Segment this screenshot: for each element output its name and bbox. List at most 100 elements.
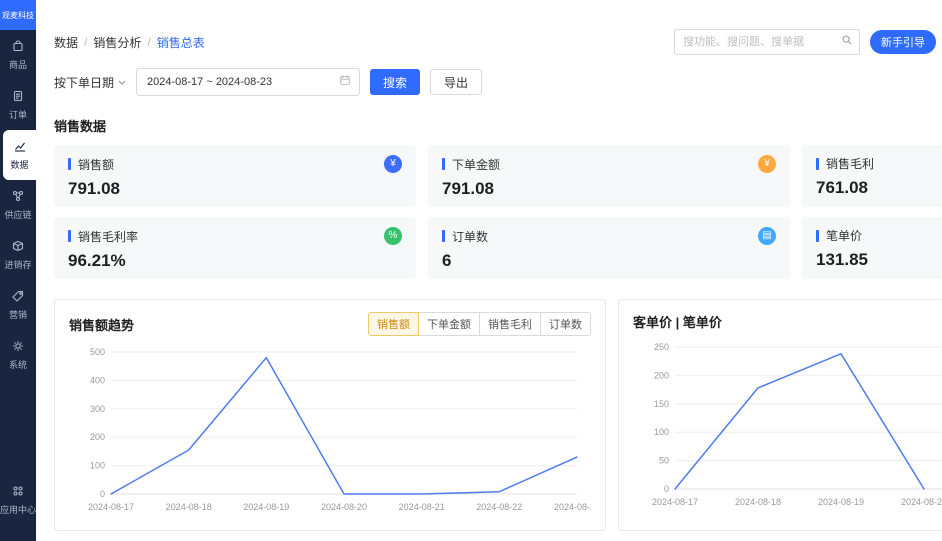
chart-title: 客单价 | 笔单价: [633, 315, 722, 330]
svg-text:2024-08-18: 2024-08-18: [166, 502, 212, 512]
price-chart: 0 50 100 150 200 250 2024-08-17 2024-08-18 2024-…: [633, 339, 942, 516]
svg-text:2024-08-19: 2024-08-19: [818, 497, 864, 507]
tab-order-count[interactable]: 订单数: [540, 312, 591, 336]
stat-value: 791.08: [68, 179, 120, 198]
tab-order-amount[interactable]: 下单金额: [418, 312, 480, 336]
gear-icon: [11, 339, 25, 355]
breadcrumb-separator: /: [84, 35, 88, 49]
stat-label: 订单数: [452, 229, 489, 244]
chart-tabs: 销售额 下单金额 销售毛利 订单数: [368, 312, 591, 336]
main-area: 数据 / 销售分析 / 销售总表 新手引导 按下单日期: [36, 0, 942, 541]
search-icon[interactable]: [841, 33, 853, 51]
calendar-icon: [339, 73, 351, 91]
sidebar-item-label: 订单: [8, 110, 27, 120]
svg-text:0: 0: [664, 484, 669, 494]
accent-bar: [816, 157, 819, 170]
sales-trend-chart: 0 100 200 300 400 500 2024-08-17 2024-08-18 2024…: [69, 344, 600, 521]
stat-cards-row-1: 销售额 ¥ 791.08 下单金额 ¥ 791.08 销售毛利 761.08: [54, 145, 942, 207]
global-search: [674, 29, 860, 55]
svg-text:2024-08-22: 2024-08-22: [476, 502, 522, 512]
breadcrumb-separator: /: [147, 35, 151, 49]
breadcrumb: 数据 / 销售分析 / 销售总表: [54, 34, 205, 51]
section-title-sales-data: 销售数据: [54, 119, 107, 134]
guide-button[interactable]: 新手引导: [870, 30, 936, 54]
stat-label: 销售毛利: [826, 157, 875, 171]
date-range-input[interactable]: [145, 75, 334, 89]
stat-value: 791.08: [442, 179, 494, 198]
stat-card-per-order-price: 笔单价 131.85: [802, 217, 942, 279]
sidebar-item-label: 营销: [8, 310, 27, 320]
stat-card-order-count: 订单数 ▤ 6: [428, 217, 790, 279]
svg-text:2024-08-17: 2024-08-17: [88, 502, 134, 512]
percent-icon: %: [384, 227, 402, 245]
yuan-icon: ¥: [384, 155, 402, 173]
bag-icon: [11, 39, 25, 55]
top-bar: 数据 / 销售分析 / 销售总表 新手引导: [54, 28, 942, 56]
breadcrumb-item-sales-analysis[interactable]: 销售分析: [93, 34, 141, 51]
sidebar-item-goods[interactable]: 商品: [0, 30, 36, 80]
sidebar-item-marketing[interactable]: 营销: [0, 280, 36, 330]
svg-text:2024-08-21: 2024-08-21: [399, 502, 445, 512]
sidebar-item-system[interactable]: 系统: [0, 330, 36, 380]
svg-text:50: 50: [659, 456, 669, 466]
breadcrumb-item-data[interactable]: 数据: [54, 34, 78, 51]
stat-card-gross-margin: 销售毛利率 % 96.21%: [54, 217, 416, 279]
chevron-down-icon: [118, 75, 126, 89]
tab-gross-profit[interactable]: 销售毛利: [479, 312, 541, 336]
accent-bar: [68, 158, 71, 170]
sidebar-item-data[interactable]: 数据: [3, 130, 36, 180]
line-chart-canvas: 0 100 200 300 400 500 2024-08-17 2024-08-18 2024…: [88, 347, 600, 512]
breadcrumb-item-sales-summary[interactable]: 销售总表: [157, 34, 205, 51]
sidebar-item-label: 商品: [8, 60, 27, 70]
svg-text:100: 100: [654, 427, 669, 437]
svg-text:2024-08-20: 2024-08-20: [321, 502, 367, 512]
document-icon: [11, 89, 25, 105]
sidebar-item-label: 系统: [8, 360, 27, 370]
svg-text:200: 200: [90, 432, 105, 442]
stat-label: 销售额: [78, 157, 115, 172]
stat-value: 6: [442, 251, 452, 270]
date-type-dropdown[interactable]: 按下单日期: [54, 74, 126, 91]
sidebar-item-inventory[interactable]: 进销存: [0, 230, 36, 280]
sidebar-item-label: 供应链: [4, 210, 32, 220]
price-panel: 客单价 | 笔单价 0 50 100 150 200 250 2024-08-17 2024-…: [618, 299, 942, 531]
sidebar-item-supply-chain[interactable]: 供应链: [0, 180, 36, 230]
svg-text:300: 300: [90, 404, 105, 414]
svg-text:150: 150: [654, 399, 669, 409]
svg-text:100: 100: [90, 461, 105, 471]
accent-bar: [442, 230, 445, 242]
sidebar-item-label: 应用中心: [0, 505, 37, 515]
top-right-tools: 新手引导: [674, 29, 936, 55]
app-logo: 观麦科技: [0, 0, 36, 30]
svg-text:2024-08-20: 2024-08-20: [901, 497, 942, 507]
stat-card-order-amount: 下单金额 ¥ 791.08: [428, 145, 790, 207]
search-input[interactable]: [681, 35, 841, 49]
sidebar-item-orders[interactable]: 订单: [0, 80, 36, 130]
tag-icon: [11, 289, 25, 305]
accent-bar: [68, 230, 71, 242]
accent-bar: [816, 229, 819, 242]
chart-icon: [13, 139, 27, 155]
export-button[interactable]: 导出: [430, 69, 483, 95]
sidebar-item-label: 数据: [10, 160, 29, 170]
svg-text:250: 250: [654, 342, 669, 352]
stat-label: 销售毛利率: [78, 229, 139, 244]
stat-label: 笔单价: [826, 229, 863, 243]
stat-value: 761.08: [816, 178, 868, 197]
search-button[interactable]: 搜索: [370, 69, 421, 95]
svg-text:400: 400: [90, 375, 105, 385]
sidebar-item-label: 进销存: [4, 260, 32, 270]
date-range-picker[interactable]: [136, 68, 361, 96]
sidebar-item-app-center[interactable]: 应用中心: [0, 475, 36, 525]
date-type-label: 按下单日期: [54, 75, 115, 90]
yuan-icon: ¥: [758, 155, 776, 173]
sidebar: 观麦科技 商品 订单 数据 供应链 进销存 营销 系统 应用中心: [0, 0, 36, 541]
sales-trend-panel: 销售额趋势 销售额 下单金额 销售毛利 订单数 0 100 200 300 400 500…: [54, 299, 606, 531]
svg-text:0: 0: [100, 489, 105, 499]
svg-text:200: 200: [654, 370, 669, 380]
stat-value: 131.85: [816, 250, 868, 269]
stat-label: 下单金额: [452, 157, 501, 172]
tab-sales-amount[interactable]: 销售额: [368, 312, 419, 336]
chart-title: 销售额趋势: [69, 317, 135, 333]
stat-card-sales-amount: 销售额 ¥ 791.08: [54, 145, 416, 207]
